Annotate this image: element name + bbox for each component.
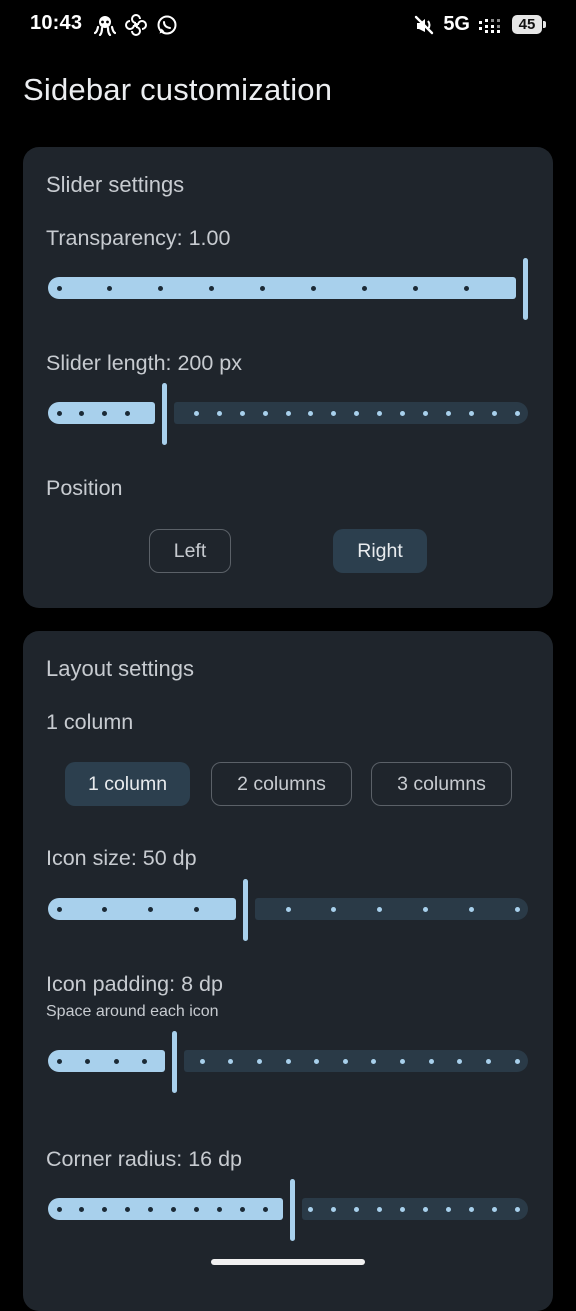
network-type: 5G [443, 13, 470, 35]
slider-tick-mark [491, 1207, 497, 1212]
layout-settings-title: Layout settings [46, 656, 194, 681]
slider-tick-mark [171, 1207, 176, 1212]
slider-tick-mark [491, 411, 497, 416]
slider-tick-mark [262, 1207, 268, 1212]
slider-tick-mark [514, 411, 520, 416]
slider-active-track [48, 277, 516, 299]
slider-length-label: Slider length: 200 px [46, 351, 243, 375]
slider-tick-mark [310, 286, 316, 291]
slider-tick-mark [113, 1059, 119, 1064]
transparency-slider[interactable] [48, 258, 528, 320]
slider-tick-mark [239, 1207, 245, 1212]
slider-length-slider[interactable] [48, 383, 528, 445]
slider-tick-mark [422, 411, 428, 416]
slider-tick-mark [412, 286, 418, 291]
slider-settings-card: Slider settings Transparency: 1.00 Slide… [23, 147, 553, 608]
slider-tick-mark [285, 1059, 291, 1064]
slider-tick-mark [56, 1207, 62, 1212]
slider-inactive-track [174, 402, 528, 424]
icon-size-label: Icon size: 50 dp [46, 846, 197, 870]
slider-tick-mark [514, 907, 520, 912]
slider-tick-mark [193, 411, 199, 416]
position-right-button[interactable]: Right [333, 529, 427, 573]
slider-tick-mark [262, 411, 268, 416]
one-column-button[interactable]: 1 column [65, 762, 190, 806]
octopus-icon [94, 14, 116, 36]
slider-tick-mark [56, 907, 62, 912]
slider-tick-mark [400, 1059, 405, 1064]
slider-tick-mark [239, 411, 245, 416]
whatsapp-icon [156, 14, 178, 36]
slider-tick-mark [56, 1059, 62, 1064]
slider-tick-mark [216, 1207, 222, 1212]
slider-tick-mark [514, 1207, 520, 1212]
layout-settings-card: Layout settings 1 column 1 column 2 colu… [23, 631, 553, 1311]
columns-label: 1 column [46, 710, 134, 734]
slider-tick-mark [445, 411, 451, 416]
slider-tick-mark [468, 1207, 474, 1212]
icon-padding-description: Space around each icon [46, 1003, 219, 1020]
slider-thumb[interactable] [290, 1179, 295, 1241]
slider-tick-mark [468, 907, 474, 912]
slider-tick-mark [463, 286, 469, 291]
slider-tick-mark [199, 1059, 205, 1064]
slider-settings-title: Slider settings [46, 172, 185, 197]
slider-tick-mark [56, 411, 62, 416]
slider-tick-mark [56, 286, 62, 291]
slider-tick-mark [285, 907, 291, 912]
slider-tick-mark [285, 411, 291, 416]
slider-tick-mark [422, 1207, 428, 1212]
slider-tick-mark [193, 1207, 199, 1212]
slider-active-track [48, 898, 236, 920]
battery-indicator: 45 [512, 15, 546, 34]
position-left-button[interactable]: Left [149, 529, 231, 573]
slider-tick-mark [468, 411, 474, 416]
slider-thumb[interactable] [162, 383, 167, 445]
slider-tick-mark [216, 411, 222, 416]
position-label: Position [46, 476, 123, 500]
slider-inactive-track [184, 1050, 528, 1072]
slider-thumb[interactable] [172, 1031, 177, 1093]
slider-tick-mark [514, 1059, 520, 1064]
slider-tick-mark [445, 1207, 451, 1212]
slider-tick-mark [422, 907, 428, 912]
transparency-label: Transparency: 1.00 [46, 226, 231, 250]
slider-tick-mark [485, 1059, 491, 1064]
mute-icon [414, 15, 434, 35]
corner-radius-slider[interactable] [48, 1179, 528, 1241]
slider-thumb[interactable] [243, 879, 248, 941]
slider-tick-mark [342, 1059, 348, 1064]
status-time: 10:43 [30, 12, 83, 34]
icon-size-slider[interactable] [48, 879, 528, 941]
slider-thumb[interactable] [523, 258, 528, 320]
slider-tick-mark [256, 1059, 262, 1064]
corner-radius-label: Corner radius: 16 dp [46, 1147, 242, 1171]
slider-tick-mark [400, 411, 405, 416]
notification-icons [94, 14, 178, 36]
three-columns-button[interactable]: 3 columns [371, 762, 512, 806]
slider-tick-mark [400, 1207, 405, 1212]
status-bar: 10:43 5G 45 [0, 0, 576, 52]
slider-tick-mark [428, 1059, 434, 1064]
pinwheel-icon [125, 14, 147, 36]
two-columns-button[interactable]: 2 columns [211, 762, 352, 806]
slider-tick-mark [193, 907, 199, 912]
page-title: Sidebar customization [23, 72, 333, 107]
icon-padding-slider[interactable] [48, 1031, 528, 1093]
icon-padding-label: Icon padding: 8 dp [46, 972, 223, 996]
gesture-navigation-bar[interactable] [211, 1259, 365, 1265]
system-icons: 5G 45 [414, 13, 546, 36]
signal-icon [479, 15, 503, 35]
slider-inactive-track [255, 898, 528, 920]
slider-tick-mark [361, 286, 367, 291]
slider-active-track [48, 1050, 165, 1072]
